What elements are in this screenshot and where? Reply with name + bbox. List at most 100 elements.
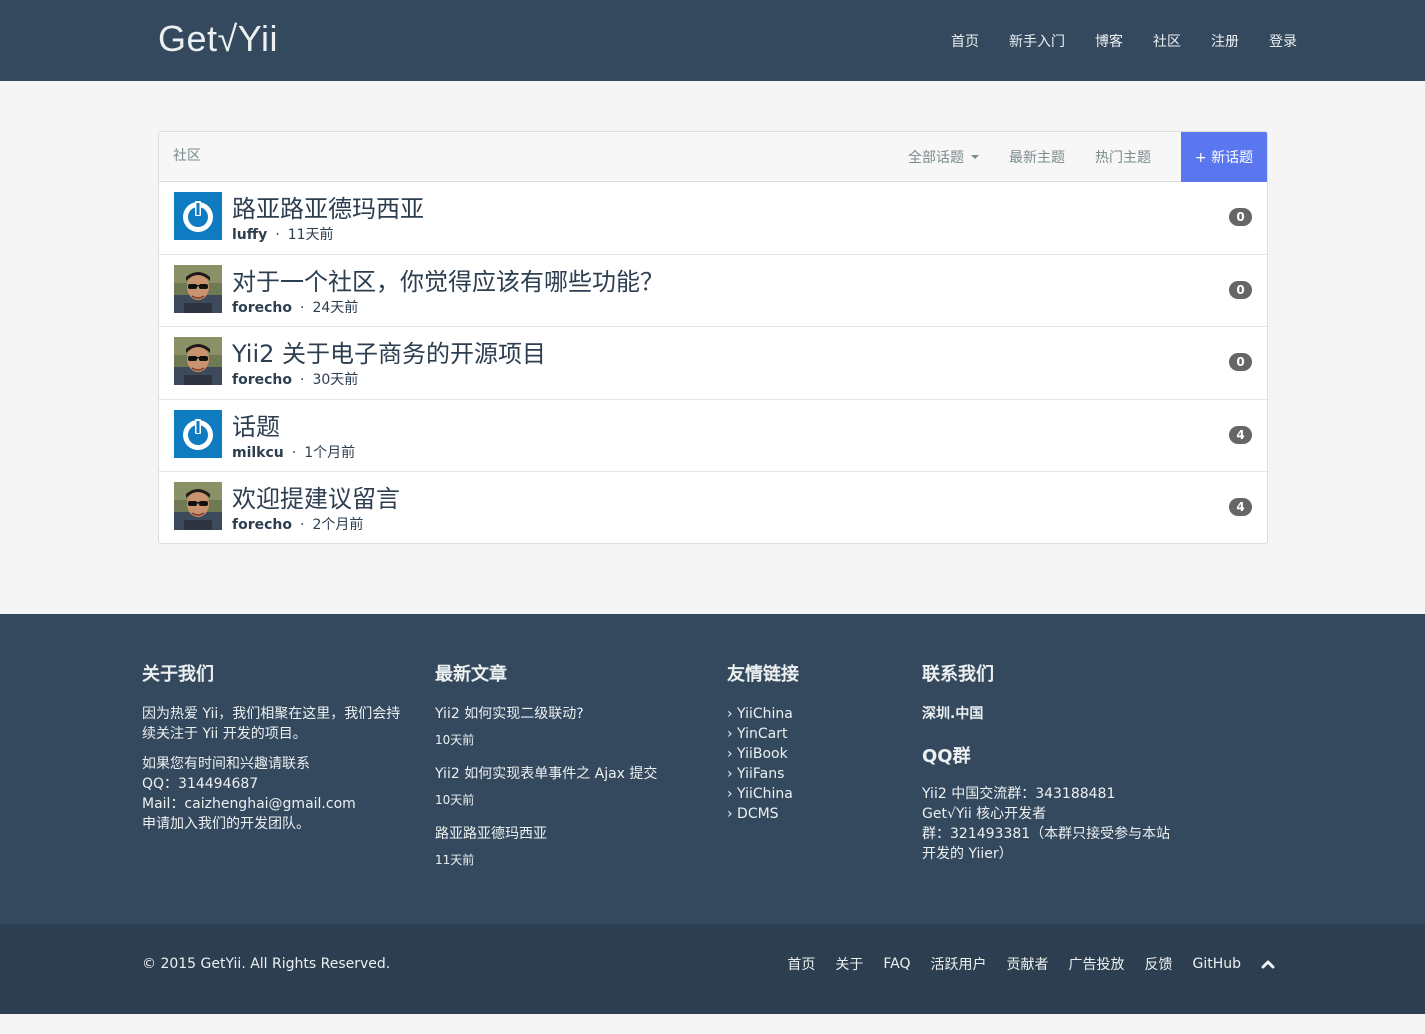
avatar[interactable] xyxy=(174,337,222,386)
brand-logo[interactable]: Get√Yii xyxy=(158,14,278,64)
avatar[interactable] xyxy=(174,482,222,531)
topic-time: 24天前 xyxy=(312,299,359,316)
topic-title[interactable]: 路亚路亚德玛西亚 xyxy=(232,189,424,224)
footer-nav-contributors[interactable]: 贡献者 xyxy=(1006,954,1048,974)
nav-blog[interactable]: 博客 xyxy=(1095,31,1123,51)
panel-title: 社区 xyxy=(173,148,201,164)
qq-group-line: 开发的 Yiier） xyxy=(922,846,1013,862)
footer-links: 友情链接 › YiiChina › YinCart › YiiBook › Yi… xyxy=(727,660,877,824)
nav-community[interactable]: 社区 xyxy=(1153,31,1181,51)
meta-separator: · xyxy=(300,517,305,534)
topic-filters: 全部话题 最新主题 热门主题 + 新话题 xyxy=(908,132,1267,182)
footer-about-text: 因为热爱 Yii，我们相聚在这里，我们会持续关注于 Yii 开发的项目。 xyxy=(142,706,401,742)
footer-nav-ads[interactable]: 广告投放 xyxy=(1068,954,1124,974)
meta-separator: · xyxy=(275,227,280,243)
filter-all-label: 全部话题 xyxy=(908,149,964,166)
topic-time: 11天前 xyxy=(287,227,334,243)
filter-latest[interactable]: 最新主题 xyxy=(1009,147,1065,167)
topic-title[interactable]: 话题 xyxy=(232,407,280,442)
main-nav: 首页 新手入门 博客 社区 注册 登录 xyxy=(921,0,1297,81)
footer-links-heading: 友情链接 xyxy=(727,664,799,685)
panel-header: 社区 全部话题 最新主题 热门主题 + 新话题 xyxy=(159,132,1267,182)
article-link[interactable]: 路亚路亚德玛西亚 xyxy=(435,824,695,844)
nav-getting-started[interactable]: 新手入门 xyxy=(1009,31,1065,51)
reply-count-badge: 0 xyxy=(1229,208,1252,226)
article-time: 10天前 xyxy=(435,793,475,807)
topic-title[interactable]: Yii2 关于电子商务的开源项目 xyxy=(232,334,546,369)
meta-separator: · xyxy=(300,299,305,316)
reply-count-badge: 4 xyxy=(1229,498,1252,517)
topics-panel: 社区 全部话题 最新主题 热门主题 + 新话题 路亚路亚德玛西亚 luffy · 1… xyxy=(158,131,1268,544)
avatar-power-icon[interactable] xyxy=(174,192,222,240)
friend-link[interactable]: › YiiFans xyxy=(727,764,877,784)
topic-time: 1个月前 xyxy=(304,444,356,461)
footer-about-qq: QQ：314494687 xyxy=(142,776,259,792)
meta-separator: · xyxy=(300,372,305,389)
qq-group-line: Yii2 中国交流群：343188481 xyxy=(922,786,1116,802)
topic-author[interactable]: forecho xyxy=(232,517,292,533)
footer-nav-github[interactable]: GitHub xyxy=(1192,956,1241,972)
topic-author[interactable]: milkcu xyxy=(232,445,284,461)
nav-home[interactable]: 首页 xyxy=(951,31,979,51)
topic-author[interactable]: luffy xyxy=(232,227,267,243)
qq-group-heading: QQ群 xyxy=(922,746,971,767)
friend-link[interactable]: › YiiChina xyxy=(727,704,877,724)
footer-nav-feedback[interactable]: 反馈 xyxy=(1144,954,1172,974)
bottom-strip xyxy=(0,1014,1425,1034)
footer-about-join: 申请加入我们的开发团队。 xyxy=(142,816,310,832)
meta-separator: · xyxy=(291,444,297,461)
footer-about-line: 如果您有时间和兴趣请联系 xyxy=(142,756,310,772)
friend-link[interactable]: › YiiBook xyxy=(727,744,877,764)
topic-title[interactable]: 欢迎提建议留言 xyxy=(232,479,400,514)
copyright: © 2015 GetYii. All Rights Reserved. xyxy=(142,956,391,972)
new-topic-button[interactable]: + 新话题 xyxy=(1181,132,1267,182)
topic-meta: forecho · 24天前 xyxy=(232,297,358,317)
footer-nav-about[interactable]: 关于 xyxy=(835,954,863,974)
chevron-up-icon[interactable] xyxy=(1261,957,1275,971)
contact-city: 深圳.中国 xyxy=(922,706,984,722)
article-link[interactable]: Yii2 如何实现表单事件之 Ajax 提交 xyxy=(435,764,695,784)
filter-hot[interactable]: 热门主题 xyxy=(1095,147,1151,167)
topic-time: 2个月前 xyxy=(312,517,364,534)
nav-register[interactable]: 注册 xyxy=(1211,31,1239,51)
topic-row: Yii2 关于电子商务的开源项目 forecho · 30天前 0 xyxy=(159,327,1267,400)
topic-meta: milkcu · 1个月前 xyxy=(232,442,355,462)
topic-author[interactable]: forecho xyxy=(232,300,292,316)
topic-meta: luffy · 11天前 xyxy=(232,224,334,244)
footer-about-heading: 关于我们 xyxy=(142,664,214,685)
caret-down-icon xyxy=(971,154,979,159)
footer-nav-faq[interactable]: FAQ xyxy=(883,956,910,972)
top-navbar: Get√Yii 首页 新手入门 博客 社区 注册 登录 xyxy=(0,0,1425,81)
footer-articles: 最新文章 Yii2 如何实现二级联动? 10天前 Yii2 如何实现表单事件之 … xyxy=(435,660,695,884)
topic-meta: forecho · 30天前 xyxy=(232,369,358,389)
nav-login[interactable]: 登录 xyxy=(1269,31,1297,51)
qq-group-line: Get√Yii 核心开发者 xyxy=(922,806,1047,822)
site-footer: 关于我们 因为热爱 Yii，我们相聚在这里，我们会持续关注于 Yii 开发的项目… xyxy=(0,614,1425,924)
article-time: 11天前 xyxy=(435,853,475,867)
footer-nav: 首页 关于 FAQ 活跃用户 贡献者 广告投放 反馈 GitHub xyxy=(767,924,1275,1004)
friend-link[interactable]: › DCMS xyxy=(727,804,877,824)
qq-group-line: 群：321493381（本群只接受参与本站 xyxy=(922,826,1171,842)
topic-title[interactable]: 对于一个社区，你觉得应该有哪些功能？ xyxy=(232,262,664,297)
topic-row: 话题 milkcu · 1个月前 4 xyxy=(159,400,1267,473)
avatar[interactable] xyxy=(174,264,222,313)
topic-list: 路亚路亚德玛西亚 luffy · 11天前 0 对于一个社区，你觉得应该有哪些功能？… xyxy=(159,182,1267,543)
article-link[interactable]: Yii2 如何实现二级联动? xyxy=(435,704,695,724)
reply-count-badge: 0 xyxy=(1229,280,1252,299)
topic-row: 对于一个社区，你觉得应该有哪些功能？ forecho · 24天前 0 xyxy=(159,255,1267,328)
topic-row: 路亚路亚德玛西亚 luffy · 11天前 0 xyxy=(159,182,1267,255)
footer-nav-active-users[interactable]: 活跃用户 xyxy=(930,954,986,974)
friend-link[interactable]: › YiiChina xyxy=(727,784,877,804)
footer-about-mail: Mail：caizhenghai@gmail.com xyxy=(142,796,356,812)
friend-link[interactable]: › YinCart xyxy=(727,724,877,744)
avatar-power-icon[interactable] xyxy=(174,409,222,458)
topic-author[interactable]: forecho xyxy=(232,372,292,388)
topic-time: 30天前 xyxy=(312,372,359,389)
topic-row: 欢迎提建议留言 forecho · 2个月前 4 xyxy=(159,472,1267,543)
footer-nav-home[interactable]: 首页 xyxy=(787,954,815,974)
footer-about: 关于我们 因为热爱 Yii，我们相聚在这里，我们会持续关注于 Yii 开发的项目… xyxy=(142,660,407,834)
footer-articles-heading: 最新文章 xyxy=(435,664,507,685)
filter-all-dropdown[interactable]: 全部话题 xyxy=(908,147,979,167)
topic-meta: forecho · 2个月前 xyxy=(232,514,363,534)
footer-contact: 联系我们 深圳.中国 QQ群 Yii2 中国交流群：343188481 Get√… xyxy=(922,660,1182,864)
